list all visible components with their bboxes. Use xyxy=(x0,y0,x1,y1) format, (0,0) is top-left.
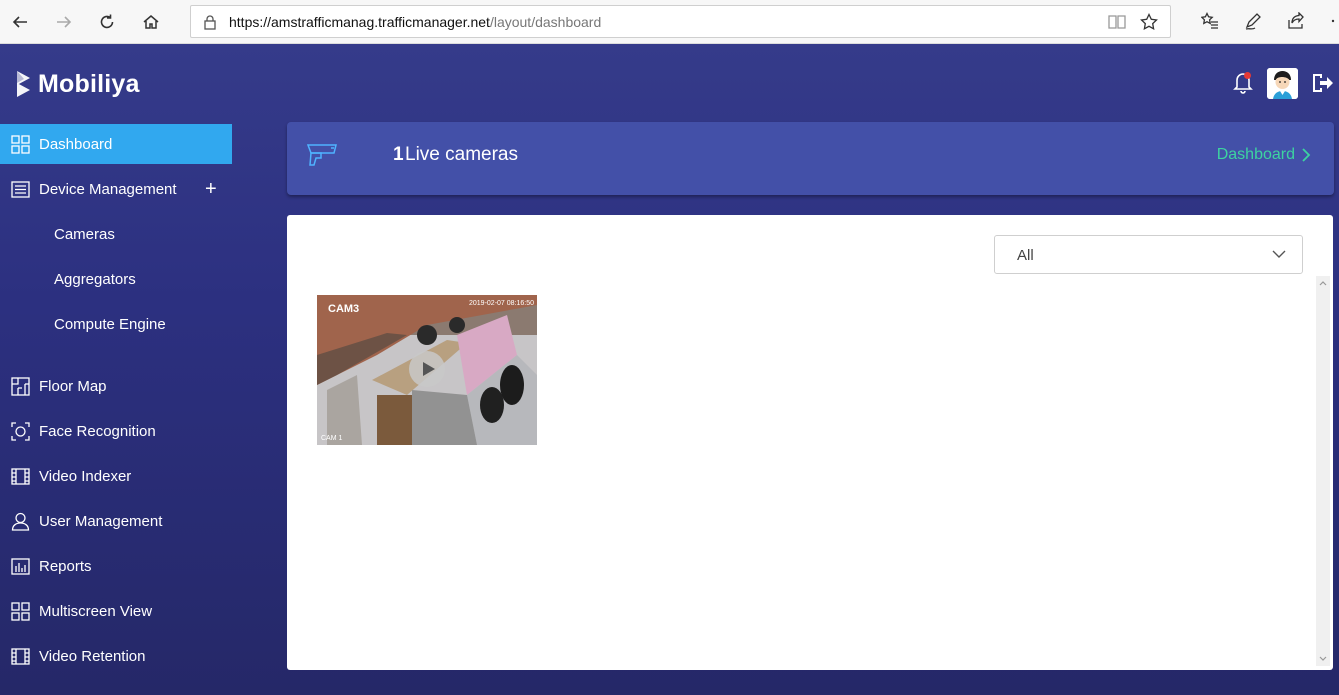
expand-plus-icon[interactable]: + xyxy=(205,179,217,199)
forward-icon[interactable] xyxy=(50,8,78,36)
sidebar-item-label: Multiscreen View xyxy=(39,602,153,620)
scroll-up-icon[interactable] xyxy=(1319,280,1327,286)
security-camera-icon xyxy=(307,144,337,166)
bar-chart-icon xyxy=(11,557,30,575)
logo-text: Mobiliya xyxy=(38,69,140,98)
camera-filter-select[interactable]: All xyxy=(994,235,1303,274)
favorite-star-icon[interactable] xyxy=(1140,13,1158,31)
film-icon xyxy=(11,467,30,485)
dashboard-link[interactable]: Dashboard xyxy=(1217,146,1311,164)
sidebar-item-video-retention[interactable]: Video Retention xyxy=(0,636,232,676)
vertical-scrollbar[interactable] xyxy=(1316,276,1330,666)
logo[interactable]: Mobiliya xyxy=(16,66,140,102)
chevron-down-icon xyxy=(1272,250,1286,258)
sidebar-item-label: Video Retention xyxy=(39,647,146,665)
refresh-icon[interactable] xyxy=(93,8,121,36)
sidebar-item-label: Face Recognition xyxy=(39,422,156,440)
lock-icon xyxy=(204,15,216,30)
grid-icon xyxy=(11,134,30,154)
camera-panel: All CAM3 2019-02-07 08:16:50 CAM 1 xyxy=(287,215,1333,670)
live-camera-count: 1 xyxy=(393,144,404,165)
logo-mark-icon xyxy=(17,71,30,97)
sidebar-item-label: Aggregators xyxy=(54,270,136,288)
sidebar-item-multiscreen-view[interactable]: Multiscreen View xyxy=(0,591,232,631)
dashboard-link-label: Dashboard xyxy=(1216,146,1295,163)
sidebar-item-label: Floor Map xyxy=(39,377,107,395)
sidebar-item-label: Video Indexer xyxy=(39,467,132,485)
sidebar-item-label: Cameras xyxy=(54,225,115,243)
url-path: /layout/dashboard xyxy=(489,14,602,30)
sidebar-item-dashboard[interactable]: Dashboard xyxy=(0,124,232,164)
sidebar-item-reports[interactable]: Reports xyxy=(0,546,232,586)
grid-icon xyxy=(11,601,30,621)
sidebar-item-label: Dashboard xyxy=(39,135,113,153)
home-icon[interactable] xyxy=(137,8,165,36)
share-icon[interactable] xyxy=(1285,10,1307,32)
sidebar-item-face-recognition[interactable]: Face Recognition xyxy=(0,411,232,451)
browser-toolbar: https://amstrafficmanag.trafficmanager.n… xyxy=(0,0,1339,44)
app-container: Mobiliya Dashboard Device Management + C… xyxy=(0,44,1339,695)
film-icon xyxy=(11,647,30,665)
favorites-list-icon[interactable] xyxy=(1199,10,1221,32)
url-text: https://amstrafficmanag.trafficmanager.n… xyxy=(229,14,601,30)
face-recognition-icon xyxy=(11,421,30,441)
url-host: https://amstrafficmanag.trafficmanager.n… xyxy=(229,14,490,30)
camera-thumbnail[interactable]: CAM3 2019-02-07 08:16:50 CAM 1 xyxy=(317,295,537,445)
address-bar[interactable]: https://amstrafficmanag.trafficmanager.n… xyxy=(190,5,1171,38)
more-icon[interactable] xyxy=(1327,10,1339,32)
reading-view-icon[interactable] xyxy=(1108,14,1126,30)
sidebar-item-device-management[interactable]: Device Management + xyxy=(0,169,232,209)
sidebar-item-user-management[interactable]: User Management xyxy=(0,501,232,541)
chevron-right-icon xyxy=(1302,148,1311,162)
sidebar-item-compute-engine[interactable]: Compute Engine xyxy=(0,304,232,344)
camera-timestamp: 2019-02-07 08:16:50 xyxy=(469,300,534,307)
camera-footer-label: CAM 1 xyxy=(321,435,343,442)
logout-icon[interactable] xyxy=(1311,72,1334,94)
camera-label: CAM3 xyxy=(328,303,360,315)
floor-map-icon xyxy=(11,376,30,396)
back-icon[interactable] xyxy=(6,8,34,36)
sidebar-item-cameras[interactable]: Cameras xyxy=(0,214,232,254)
camera-filter-value: All xyxy=(1017,247,1034,264)
list-icon xyxy=(11,180,30,198)
sidebar-item-video-indexer[interactable]: Video Indexer xyxy=(0,456,232,496)
play-icon xyxy=(422,362,435,376)
user-avatar-icon xyxy=(1267,68,1298,99)
notification-badge xyxy=(1244,72,1251,79)
sidebar-item-floor-map[interactable]: Floor Map xyxy=(0,366,232,406)
sidebar-item-label: Device Management xyxy=(39,180,177,198)
pen-icon[interactable] xyxy=(1242,10,1264,32)
live-cameras-label: Live cameras xyxy=(405,144,518,165)
sidebar-item-aggregators[interactable]: Aggregators xyxy=(0,259,232,299)
user-icon xyxy=(11,512,30,531)
avatar[interactable] xyxy=(1267,68,1298,99)
sidebar-item-label: Reports xyxy=(39,557,92,575)
sidebar-item-label: User Management xyxy=(39,512,163,530)
scroll-down-icon[interactable] xyxy=(1319,656,1327,662)
live-cameras-card: 1 Live cameras Dashboard xyxy=(287,122,1334,195)
sidebar-item-label: Compute Engine xyxy=(54,315,166,333)
play-button[interactable] xyxy=(409,351,445,387)
